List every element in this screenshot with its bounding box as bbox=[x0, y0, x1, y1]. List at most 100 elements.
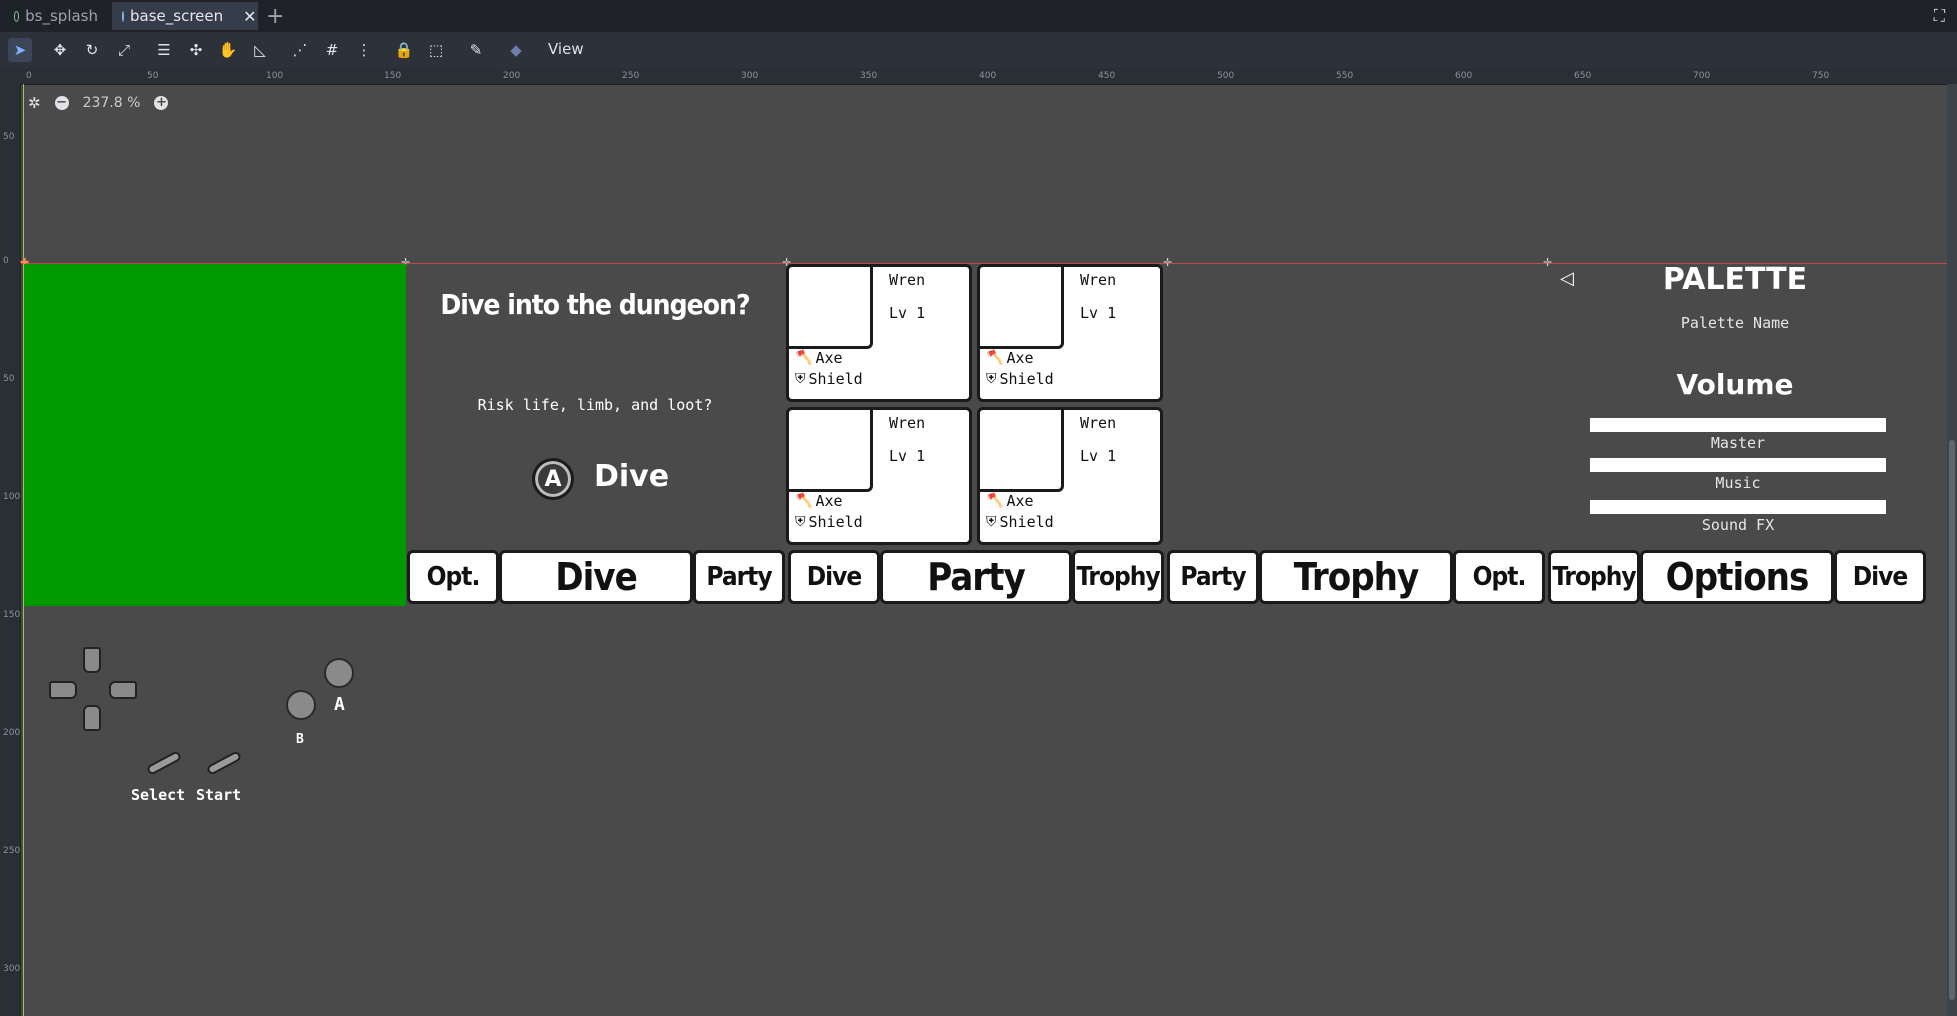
tab-label: base_screen bbox=[130, 7, 224, 25]
tab-base-screen[interactable]: base_screen ✕ bbox=[112, 2, 258, 30]
nav-button-party[interactable]: Party bbox=[880, 550, 1072, 604]
armor-label: Shield bbox=[808, 370, 863, 388]
nav-button-options[interactable]: Opt. bbox=[407, 550, 499, 604]
weapon-slot: 🪓 Axe bbox=[986, 349, 1034, 367]
grid-snap-icon[interactable]: # bbox=[320, 38, 344, 62]
axe-icon: 🪓 bbox=[795, 350, 813, 366]
b-button[interactable] bbox=[286, 690, 316, 720]
ruler-tick: 0 bbox=[26, 71, 32, 81]
ruler-tick: 150 bbox=[384, 71, 402, 81]
horizontal-ruler: 0 50 100 150 200 250 300 350 400 450 500… bbox=[0, 68, 1957, 85]
scrollbar-thumb[interactable] bbox=[1949, 440, 1955, 1000]
sfx-volume-slider[interactable] bbox=[1590, 500, 1886, 514]
dive-prompt-subtitle: Risk life, limb, and loot? bbox=[477, 396, 713, 414]
smart-snap-icon[interactable]: ⋰ bbox=[288, 38, 312, 62]
rotate-icon[interactable]: ↻ bbox=[80, 38, 104, 62]
axe-icon: 🪓 bbox=[986, 493, 1004, 509]
more-options-icon[interactable]: ⋮ bbox=[352, 38, 376, 62]
group-icon[interactable]: ⬚ bbox=[424, 38, 448, 62]
shield-icon: ⛨ bbox=[986, 371, 997, 387]
member-name: Wren bbox=[1080, 414, 1117, 432]
palette-name[interactable]: Palette Name bbox=[1560, 314, 1910, 332]
zoom-in-icon[interactable]: + bbox=[154, 96, 169, 110]
party-member-card[interactable]: Wren Lv 1 🪓 Axe ⛨ Shield bbox=[977, 407, 1163, 545]
palette-title: PALETTE bbox=[1662, 262, 1808, 297]
member-name: Wren bbox=[889, 271, 926, 289]
skeleton-icon[interactable]: ◆ bbox=[504, 38, 528, 62]
close-icon[interactable]: ✕ bbox=[243, 7, 256, 26]
nav-button-dive[interactable]: Dive bbox=[1834, 550, 1926, 604]
zoom-out-icon[interactable]: − bbox=[54, 96, 69, 110]
dpad-up-icon[interactable] bbox=[83, 647, 101, 673]
ruler-tick: 500 bbox=[1217, 71, 1235, 81]
scene-tab-bar: bs_splash base_screen ✕ + ⛶ bbox=[0, 0, 1957, 32]
fullscreen-icon[interactable]: ⛶ bbox=[1934, 6, 1945, 26]
armor-slot: ⛨ Shield bbox=[986, 513, 1054, 531]
portrait-frame bbox=[980, 267, 1064, 349]
anchor-handle[interactable]: ✛ bbox=[1543, 257, 1552, 268]
center-view-icon[interactable]: ✲ bbox=[28, 94, 41, 112]
list-select-icon[interactable]: ☰ bbox=[152, 38, 176, 62]
dive-action-label: Dive bbox=[594, 459, 670, 494]
start-button-label: Start bbox=[196, 786, 242, 804]
b-button-label: B bbox=[296, 732, 304, 747]
armor-slot: ⛨ Shield bbox=[986, 370, 1054, 388]
select-icon[interactable]: ➤ bbox=[8, 38, 32, 62]
ruler-tick: 250 bbox=[3, 846, 21, 856]
ruler-tick: 300 bbox=[741, 71, 759, 81]
party-member-card[interactable]: Wren Lv 1 🪓 Axe ⛨ Shield bbox=[977, 264, 1163, 402]
weapon-label: Axe bbox=[815, 492, 843, 510]
party-member-card[interactable]: Wren Lv 1 🪓 Axe ⛨ Shield bbox=[786, 264, 972, 402]
view-menu[interactable]: View bbox=[548, 40, 584, 58]
tab-bs-splash[interactable]: bs_splash bbox=[4, 2, 108, 30]
select-button-label: Select bbox=[131, 786, 186, 804]
master-volume-slider[interactable] bbox=[1590, 418, 1886, 432]
armor-slot: ⛨ Shield bbox=[795, 513, 863, 531]
ruler-tick: 100 bbox=[3, 492, 21, 502]
editor-toolbar: ➤ ✥ ↻ ⤢ ☰ ✣ ✋ ◺ ⋰ # ⋮ 🔒 ⬚ ✎ ◆ View bbox=[0, 32, 1957, 69]
dpad-left-icon[interactable] bbox=[49, 681, 77, 699]
nav-button-trophy[interactable]: Trophy bbox=[1548, 550, 1640, 604]
dpad-down-icon[interactable] bbox=[83, 705, 101, 731]
ruler-tick: 750 bbox=[1812, 71, 1830, 81]
portrait-frame bbox=[789, 267, 873, 349]
nav-button-party[interactable]: Party bbox=[693, 550, 785, 604]
nav-button-options[interactable]: Opt. bbox=[1453, 550, 1545, 604]
ruler-tick: 200 bbox=[503, 71, 521, 81]
bone-icon[interactable]: ✎ bbox=[464, 38, 488, 62]
zoom-level[interactable]: 237.8 % bbox=[83, 95, 141, 111]
member-level: Lv 1 bbox=[889, 304, 926, 322]
pan-icon[interactable]: ✋ bbox=[216, 38, 240, 62]
member-name: Wren bbox=[889, 414, 926, 432]
party-member-card[interactable]: Wren Lv 1 🪓 Axe ⛨ Shield bbox=[786, 407, 972, 545]
portrait-frame bbox=[980, 410, 1064, 492]
nav-button-trophy[interactable]: Trophy bbox=[1072, 550, 1164, 604]
volume-title: Volume bbox=[1676, 368, 1794, 401]
scene-icon bbox=[14, 10, 20, 22]
nav-button-dive[interactable]: Dive bbox=[499, 550, 693, 604]
nav-button-options[interactable]: Options bbox=[1640, 550, 1834, 604]
ruler-tick: 200 bbox=[3, 728, 21, 738]
add-tab-icon[interactable]: + bbox=[266, 4, 284, 29]
move-icon[interactable]: ✥ bbox=[48, 38, 72, 62]
scale-icon[interactable]: ⤢ bbox=[112, 38, 136, 62]
ruler-icon[interactable]: ◺ bbox=[248, 38, 272, 62]
ruler-tick: 250 bbox=[622, 71, 640, 81]
nav-button-dive[interactable]: Dive bbox=[788, 550, 880, 604]
dpad-right-icon[interactable] bbox=[109, 681, 137, 699]
lock-icon[interactable]: 🔒 bbox=[392, 38, 416, 62]
nav-button-trophy[interactable]: Trophy bbox=[1259, 550, 1453, 604]
a-button-icon: A bbox=[532, 458, 574, 500]
portrait-frame bbox=[789, 410, 873, 492]
a-button[interactable] bbox=[324, 658, 354, 688]
pivot-icon[interactable]: ✣ bbox=[184, 38, 208, 62]
member-level: Lv 1 bbox=[889, 447, 926, 465]
anchor-handle[interactable]: ✛ bbox=[1163, 257, 1172, 268]
game-screen-rect[interactable] bbox=[24, 264, 406, 606]
ruler-tick: 550 bbox=[1336, 71, 1354, 81]
ruler-tick: 400 bbox=[979, 71, 997, 81]
music-volume-slider[interactable] bbox=[1590, 458, 1886, 472]
weapon-label: Axe bbox=[815, 349, 843, 367]
nav-button-party[interactable]: Party bbox=[1167, 550, 1259, 604]
weapon-label: Axe bbox=[1006, 492, 1034, 510]
